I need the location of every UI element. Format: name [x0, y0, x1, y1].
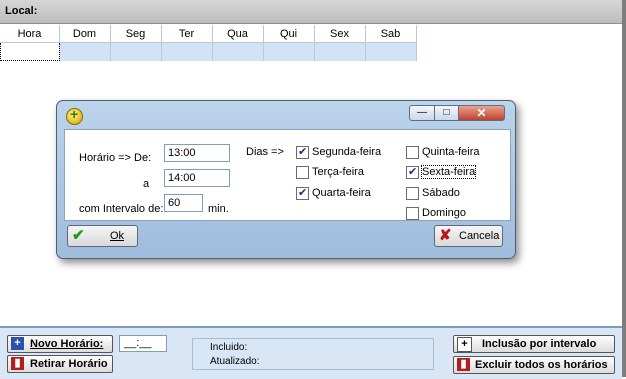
inclusao-intervalo-button[interactable]: + Inclusão por intervalo	[453, 335, 615, 353]
trash-icon: ▮	[11, 357, 24, 370]
maximize-button[interactable]: □	[434, 105, 459, 121]
checkbox-quinta[interactable]	[406, 146, 419, 159]
check-icon: ✔	[72, 227, 85, 244]
intervalo-field[interactable]: 60	[164, 194, 203, 212]
atualizado-label: Atualizado:	[210, 356, 260, 367]
checkbox-terca[interactable]	[296, 166, 309, 179]
cancel-button[interactable]: ✘ Cancela	[434, 225, 503, 247]
grid-cell[interactable]	[59, 42, 111, 61]
novo-horario-label: Novo Horário:	[30, 338, 104, 350]
checkbox-sexta[interactable]	[406, 165, 419, 179]
grid-cell[interactable]	[263, 42, 315, 61]
grid-cell[interactable]	[314, 42, 366, 61]
new-schedule-icon: +	[11, 337, 24, 350]
column-header-ter[interactable]: Ter	[161, 25, 213, 43]
new-time-input[interactable]: __:__	[119, 335, 167, 352]
grid-cell-hora[interactable]	[0, 42, 60, 61]
horario-de-field[interactable]: 13:00	[164, 144, 230, 162]
cancel-x-icon: ✘	[439, 227, 452, 244]
schedule-grid: Hora Dom Seg Ter Qua Qui Sex Sab	[0, 25, 417, 61]
checkbox-label-segunda[interactable]: Segunda-feira	[312, 146, 381, 158]
intervalo-label: com Intervalo de:	[79, 203, 164, 215]
checkbox-segunda[interactable]	[296, 145, 309, 159]
retirar-horario-label: Retirar Horário	[30, 358, 108, 370]
ok-label: Ok	[110, 230, 125, 242]
checkbox-label-sexta[interactable]: Sexta-feira	[420, 165, 477, 179]
interval-dialog: — □ ✕ Horário => De: 13:00 a 14:00 com I…	[56, 100, 516, 259]
dias-label: Dias =>	[246, 146, 284, 158]
checkbox-domingo[interactable]	[406, 207, 419, 220]
grid-header-row: Hora Dom Seg Ter Qua Qui Sex Sab	[0, 25, 417, 43]
checkbox-label-terca[interactable]: Terça-feira	[312, 166, 364, 178]
window-edge	[622, 0, 626, 377]
add-icon	[66, 106, 83, 125]
column-header-sex[interactable]: Sex	[314, 25, 366, 43]
close-button[interactable]: ✕	[458, 105, 505, 121]
a-label: a	[143, 178, 150, 190]
excluir-todos-button[interactable]: ▮ Excluir todos os horários	[453, 356, 615, 374]
document-add-icon: +	[457, 337, 472, 352]
checkbox-label-quarta[interactable]: Quarta-feira	[312, 187, 371, 199]
trash-icon: ▮	[457, 358, 470, 371]
column-header-dom[interactable]: Dom	[59, 25, 111, 43]
grid-cell[interactable]	[110, 42, 162, 61]
horario-a-field[interactable]: 14:00	[164, 169, 230, 187]
minimize-button[interactable]: —	[409, 105, 435, 121]
grid-cell[interactable]	[212, 42, 264, 61]
window-buttons: — □ ✕	[409, 105, 505, 121]
dialog-body: Horário => De: 13:00 a 14:00 com Interva…	[64, 129, 511, 221]
record-info-box: Incluido: Atualizado:	[192, 338, 434, 370]
grid-cell[interactable]	[161, 42, 213, 61]
checkbox-sabado[interactable]	[406, 187, 419, 200]
ok-button[interactable]: ✔ Ok	[67, 225, 138, 247]
bottom-toolbar: + Novo Horário: __:__ ▮ Retirar Horário …	[0, 326, 622, 379]
excluir-todos-label: Excluir todos os horários	[475, 359, 608, 371]
grid-cell[interactable]	[365, 42, 417, 61]
checkbox-label-sabado[interactable]: Sábado	[422, 187, 460, 199]
checkbox-label-quinta[interactable]: Quinta-feira	[422, 146, 479, 158]
retirar-horario-button[interactable]: ▮ Retirar Horário	[7, 355, 113, 373]
location-header: Local:	[0, 0, 622, 24]
location-label: Local:	[5, 5, 38, 17]
horario-de-label: Horário => De:	[79, 152, 152, 164]
inclusao-intervalo-label: Inclusão por intervalo	[482, 338, 597, 350]
column-header-seg[interactable]: Seg	[110, 25, 162, 43]
cancel-label: Cancela	[459, 230, 500, 242]
checkbox-quarta[interactable]	[296, 186, 309, 200]
column-header-sab[interactable]: Sab	[365, 25, 417, 43]
table-row[interactable]	[0, 42, 417, 61]
incluido-label: Incluido:	[210, 342, 248, 353]
column-header-qua[interactable]: Qua	[212, 25, 264, 43]
column-header-qui[interactable]: Qui	[263, 25, 315, 43]
checkbox-label-domingo[interactable]: Domingo	[422, 207, 466, 219]
min-label: min.	[208, 203, 229, 215]
column-header-hora[interactable]: Hora	[0, 25, 60, 43]
novo-horario-button[interactable]: + Novo Horário:	[7, 335, 113, 353]
